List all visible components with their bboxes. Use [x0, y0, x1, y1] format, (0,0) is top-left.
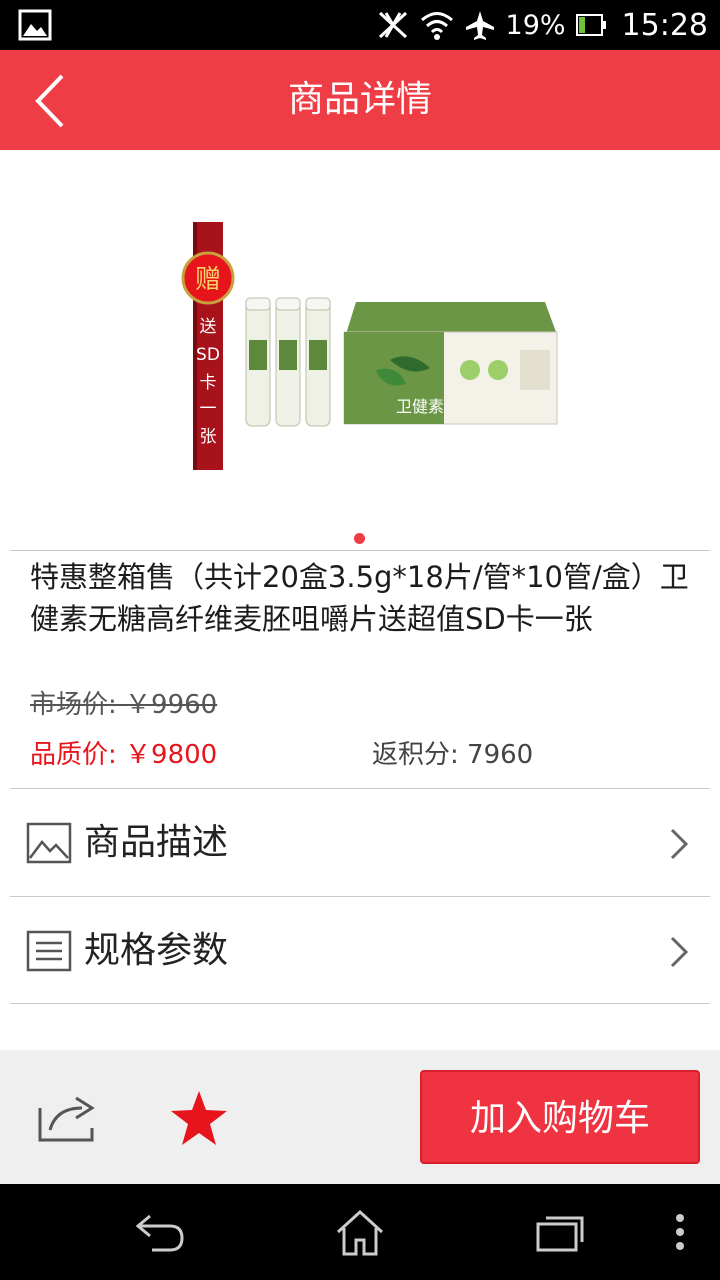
- status-bar: 19% 15:28: [0, 0, 720, 50]
- list-icon: [26, 930, 72, 972]
- row-label: 商品描述: [84, 822, 229, 863]
- specs-row[interactable]: 规格参数: [0, 898, 720, 1004]
- product-box: 卫健素: [343, 302, 558, 425]
- chevron-right-icon: [670, 828, 688, 860]
- share-icon[interactable]: [36, 1094, 98, 1144]
- divider: [10, 896, 710, 897]
- airplane-icon: [465, 11, 494, 40]
- battery-icon: [575, 14, 606, 36]
- market-price: 市场价: ￥9960: [30, 690, 218, 720]
- product-gallery[interactable]: 赠 送 SD 卡 一 张 卫健素: [0, 150, 720, 550]
- reward-points: 返积分: 7960: [372, 740, 534, 770]
- svg-text:SD: SD: [196, 345, 220, 365]
- page-title: 商品详情: [287, 79, 432, 120]
- battery-percent: 19%: [505, 9, 566, 41]
- home-icon[interactable]: [334, 1210, 386, 1256]
- back-icon[interactable]: [134, 1210, 186, 1254]
- overflow-menu-icon[interactable]: [674, 1210, 686, 1254]
- svg-text:送: 送: [200, 317, 217, 337]
- svg-text:卫健素: 卫健素: [396, 397, 444, 416]
- wifi-icon: [420, 12, 453, 40]
- divider: [10, 550, 710, 551]
- tube-group: [245, 297, 331, 427]
- action-bar: 加入购物车: [0, 1050, 720, 1184]
- image-icon: [26, 822, 72, 864]
- product-image: 赠 送 SD 卡 一 张 卫健素: [181, 222, 558, 470]
- divider: [10, 1003, 710, 1004]
- row-label: 规格参数: [84, 930, 229, 971]
- gallery-notification-icon: [18, 9, 52, 41]
- chevron-right-icon: [670, 936, 688, 968]
- add-to-cart-button[interactable]: 加入购物车: [420, 1070, 700, 1164]
- recent-apps-icon[interactable]: [534, 1210, 586, 1254]
- svg-text:一: 一: [200, 399, 217, 419]
- product-description-row[interactable]: 商品描述: [0, 790, 720, 896]
- app-header: 商品详情: [0, 50, 720, 150]
- gift-badge: 赠: [195, 265, 221, 295]
- nfc-off-icon: [378, 11, 407, 39]
- quality-price: 品质价: ￥9800: [30, 740, 218, 770]
- divider: [10, 788, 710, 789]
- svg-text:张: 张: [200, 427, 217, 447]
- clock: 15:28: [621, 7, 708, 43]
- star-icon[interactable]: [168, 1088, 230, 1148]
- svg-text:卡: 卡: [200, 373, 217, 393]
- carousel-indicator: [354, 533, 365, 544]
- system-nav-bar: [0, 1184, 720, 1280]
- product-title: 特惠整箱售（共计20盒3.5g*18片/管*10管/盒）卫健素无糖高纤维麦胚咀嚼…: [30, 560, 689, 636]
